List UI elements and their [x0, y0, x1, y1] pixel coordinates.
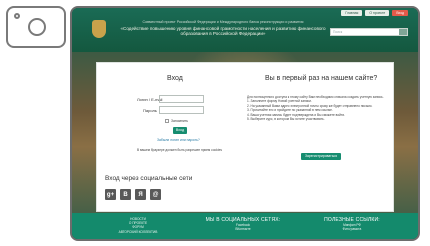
footer-col-nav: НОВОСТИ О ПРОЕКТЕ ФОРУМ АВТОРСКИЙ КОЛЛЕК…	[108, 217, 168, 234]
login-button[interactable]: Вход	[173, 127, 187, 134]
camera-icon	[6, 6, 66, 48]
search-button[interactable]	[399, 29, 407, 35]
vkontakte-icon[interactable]: В	[120, 189, 131, 200]
login-panel: Вход Логин / E-mail Пароль Запомнить Вхо…	[96, 62, 394, 212]
footer-link-authors[interactable]: АВТОРСКИЙ КОЛЛЕКТИВ	[108, 230, 168, 234]
first-time-title: Вы в первый раз на нашем сайте?	[265, 75, 378, 82]
search-placeholder: Поиск	[333, 30, 343, 34]
register-button[interactable]: Зарегистрироваться	[301, 153, 341, 160]
password-label: Пароль	[143, 108, 157, 113]
remember-checkbox[interactable]	[165, 119, 169, 123]
top-link-about[interactable]: О проекте	[365, 10, 390, 16]
first-time-steps: Для полноценного доступа к этому сайту В…	[247, 95, 387, 121]
forgot-password-link[interactable]: Забыли логин или пароль?	[157, 138, 200, 142]
footer-col-social: МЫ В СОЦИАЛЬНЫХ СЕТЯХ: Facebook ВКонтакт…	[198, 217, 288, 231]
google-plus-icon[interactable]: g+	[105, 189, 116, 200]
camera-lens-icon	[28, 18, 46, 36]
website-screenshot: Совместный проект Российской Федерации и…	[70, 6, 420, 241]
footer-link-fingramota[interactable]: Фин.грамота	[312, 227, 392, 231]
login-title: Вход	[167, 75, 183, 82]
yandex-icon[interactable]: Я	[135, 189, 146, 200]
camera-flash-icon	[14, 13, 20, 19]
search-input[interactable]: Поиск	[330, 28, 408, 36]
top-nav: Главная О проекте Вход	[341, 10, 408, 16]
remember-label: Запомнить	[171, 119, 189, 123]
state-emblem-icon	[92, 20, 106, 38]
password-field[interactable]	[159, 106, 204, 114]
social-login-title: Вход через социальные сети	[105, 175, 193, 182]
cookies-note: В вашем браузере должен быть разрешен пр…	[137, 148, 222, 152]
footer-col-links: ПОЛЕЗНЫЕ ССЫЛКИ: Минфин РФ Фин.грамота	[312, 217, 392, 231]
top-link-home[interactable]: Главная	[341, 10, 363, 16]
site-headline: Совместный проект Российской Федерации и…	[118, 20, 328, 37]
mailru-icon[interactable]: @	[150, 189, 161, 200]
login-field[interactable]	[159, 95, 204, 103]
header-title: «Содействие повышению уровня финансовой …	[120, 25, 326, 37]
site-header: Совместный проект Российской Федерации и…	[72, 8, 418, 52]
footer-link-vk[interactable]: ВКонтакте	[198, 227, 288, 231]
top-link-login[interactable]: Вход	[392, 10, 408, 16]
site-footer: НОВОСТИ О ПРОЕКТЕ ФОРУМ АВТОРСКИЙ КОЛЛЕК…	[72, 213, 418, 239]
social-login-icons: g+ В Я @	[105, 189, 161, 200]
step-5: 5. Выберите курс, в котором Вы хотите уч…	[247, 117, 325, 122]
